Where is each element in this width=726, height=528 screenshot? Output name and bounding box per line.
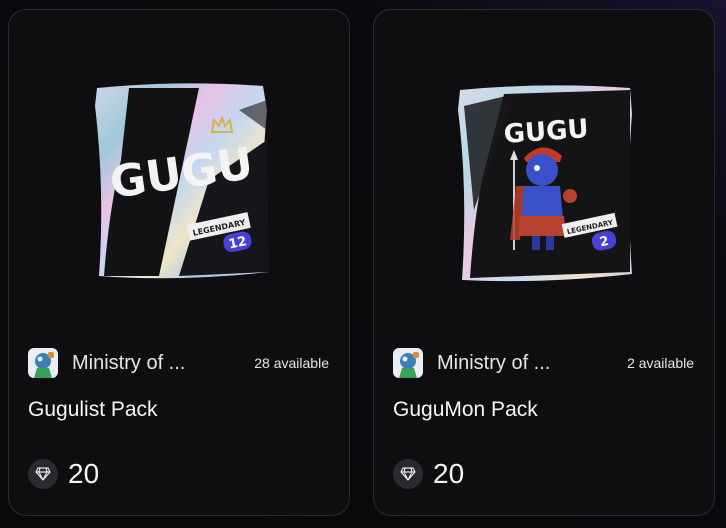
creator-avatar-icon[interactable] xyxy=(28,348,58,378)
creator-name[interactable]: Ministry of ... xyxy=(437,352,627,375)
price-row: 20 xyxy=(28,458,99,490)
pack-title[interactable]: GuguMon Pack xyxy=(393,398,538,422)
creator-avatar-icon[interactable] xyxy=(393,348,423,378)
price-value: 20 xyxy=(68,458,100,489)
creator-row: Ministry of ... 2 available xyxy=(393,348,694,378)
pack-card-gugulist[interactable]: GUGU LEGENDARY 12 Ministry of ... 28 ava… xyxy=(8,9,350,516)
price-value: 20 xyxy=(433,458,465,489)
available-count: 2 available xyxy=(627,355,694,371)
available-count: 28 available xyxy=(254,355,329,371)
pack-image: GUGU LEGENDARY 2 xyxy=(458,85,632,282)
pack-title[interactable]: Gugulist Pack xyxy=(28,398,158,422)
diamond-icon xyxy=(28,459,58,489)
price-row: 20 xyxy=(393,458,464,490)
pack-card-gugumon[interactable]: GUGU LEGENDARY 2 Ministry of ... 2 avail… xyxy=(373,9,715,516)
pack-logo-text: GUGU xyxy=(503,114,590,150)
pack-image: GUGU LEGENDARY 12 xyxy=(95,83,269,279)
creator-name[interactable]: Ministry of ... xyxy=(72,352,254,375)
diamond-icon xyxy=(393,459,423,489)
creator-row: Ministry of ... 28 available xyxy=(28,348,329,378)
